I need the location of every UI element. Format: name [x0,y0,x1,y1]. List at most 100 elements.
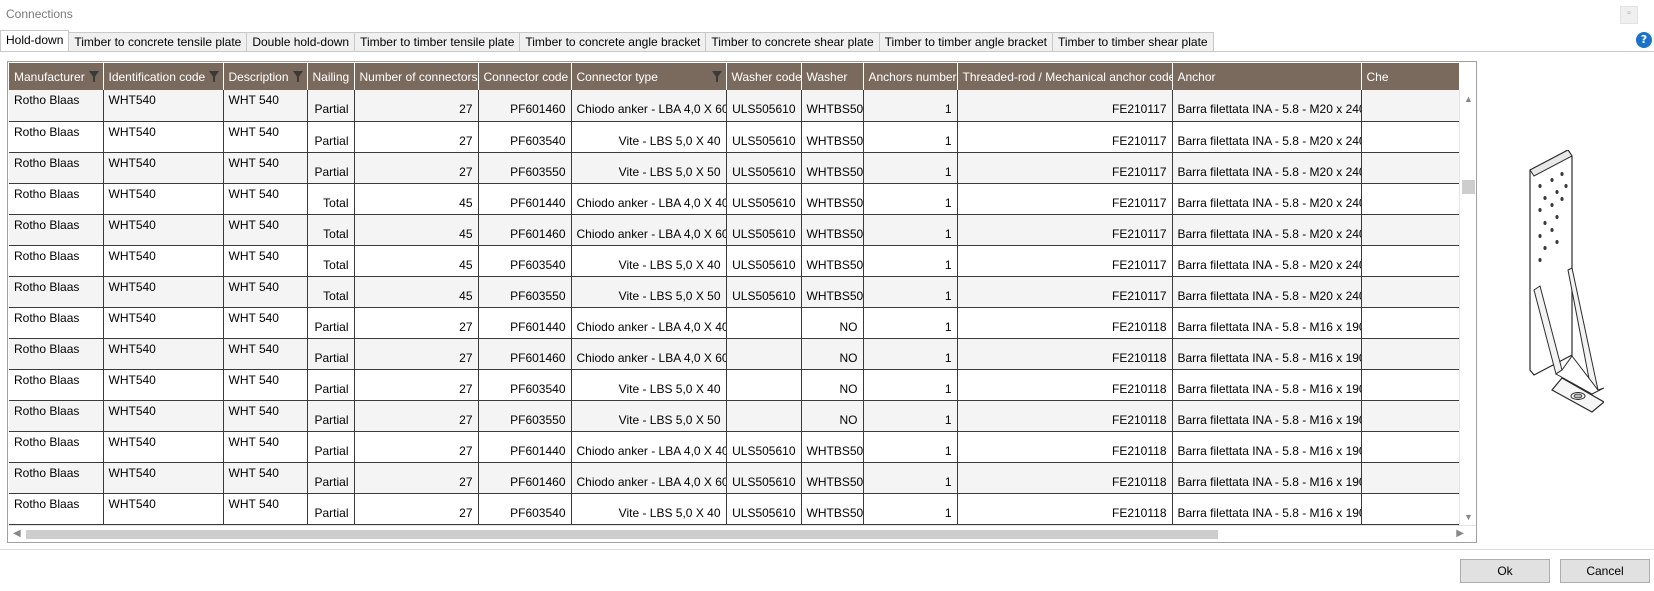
table-cell[interactable]: 1 [863,276,958,308]
table-cell[interactable]: PF601440 [478,183,572,215]
table-cell[interactable]: WHT540 [103,90,224,122]
scroll-right-icon[interactable]: ▶ [1456,528,1464,539]
table-cell[interactable]: Barra filettata INA - 5.8 - M20 x 240 [1172,90,1362,122]
table-cell[interactable]: WHT 540 [223,369,308,401]
table-cell[interactable]: WHT 540 [223,462,308,494]
table-cell[interactable] [726,369,802,401]
table-cell[interactable]: ULS505610 [726,152,802,184]
table-row[interactable]: Rotho Blaas WHT540 WHT 540 Partial 27 PF60146… [9,462,1459,494]
table-cell[interactable] [726,338,802,370]
table-cell[interactable]: Barra filettata INA - 5.8 - M20 x 240 [1172,245,1362,277]
table-row[interactable]: Rotho Blaas WHT540 WHT 540 Total 45 PF601460 C… [9,214,1459,246]
table-cell[interactable]: WHTBS50 [801,214,864,246]
table-cell[interactable]: WHT 540 [223,214,308,246]
table-row[interactable]: Rotho Blaas WHT540 WHT 540 Partial 27 PF60146… [9,338,1459,370]
table-cell[interactable]: Barra filettata INA - 5.8 - M20 x 240 [1172,121,1362,153]
table-cell[interactable]: 27 [354,152,479,184]
table-cell[interactable] [1361,183,1459,215]
table-cell[interactable]: Barra filettata INA - 5.8 - M16 x 190 [1172,462,1362,494]
table-cell[interactable]: PF601460 [478,214,572,246]
table-cell[interactable]: Total [307,276,355,308]
table-cell[interactable]: ULS505610 [726,214,802,246]
table-cell[interactable]: WHT 540 [223,431,308,463]
table-cell[interactable]: WHT 540 [223,152,308,184]
table-cell[interactable]: WHTBS50 [801,245,864,277]
table-cell[interactable]: Partial [307,369,355,401]
table-cell[interactable]: Barra filettata INA - 5.8 - M16 x 190 [1172,431,1362,463]
scroll-down-icon[interactable]: ▼ [1464,512,1473,522]
table-cell[interactable]: 1 [863,400,958,432]
table-cell[interactable]: PF603550 [478,276,572,308]
table-cell[interactable]: 1 [863,307,958,339]
column-header-identification-code[interactable]: Identification code [103,63,224,90]
table-cell[interactable]: 1 [863,431,958,463]
column-header-description[interactable]: Description [223,63,308,90]
table-cell[interactable]: FE210117 [957,183,1173,215]
table-cell[interactable]: Vite - LBS 5,0 X 40 [571,369,727,401]
table-cell[interactable] [1361,152,1459,184]
table-cell[interactable]: Partial [307,431,355,463]
table-cell[interactable] [1361,493,1459,525]
table-cell[interactable]: Rotho Blaas [9,369,104,401]
cancel-button[interactable]: Cancel [1560,559,1650,583]
table-row[interactable]: Rotho Blaas WHT540 WHT 540 Partial 27 PF60355… [9,152,1459,184]
table-cell[interactable]: Barra filettata INA - 5.8 - M20 x 240 [1172,214,1362,246]
table-cell[interactable]: 27 [354,338,479,370]
filter-icon[interactable] [88,71,99,82]
table-cell[interactable]: 1 [863,462,958,494]
table-cell[interactable]: ULS505610 [726,245,802,277]
table-cell[interactable] [1361,245,1459,277]
table-cell[interactable]: NO [801,307,864,339]
table-cell[interactable]: FE210118 [957,493,1173,525]
table-cell[interactable]: WHT540 [103,121,224,153]
table-cell[interactable]: WHT540 [103,276,224,308]
table-cell[interactable]: 45 [354,214,479,246]
table-cell[interactable]: Chiodo anker - LBA 4,0 X 60 [571,462,727,494]
table-cell[interactable]: WHTBS50 [801,493,864,525]
scroll-up-icon[interactable]: ▲ [1464,94,1473,104]
table-cell[interactable]: 1 [863,493,958,525]
table-cell[interactable]: ULS505610 [726,276,802,308]
table-cell[interactable]: Total [307,183,355,215]
table-cell[interactable]: Partial [307,338,355,370]
table-row[interactable]: Rotho Blaas WHT540 WHT 540 Partial 27 PF60354… [9,493,1459,525]
table-cell[interactable]: 1 [863,121,958,153]
table-cell[interactable]: FE210118 [957,338,1173,370]
tab-timber-to-concrete-angle-bracket[interactable]: Timber to concrete angle bracket [520,32,707,52]
table-cell[interactable]: PF603540 [478,121,572,153]
table-cell[interactable]: WHT540 [103,307,224,339]
tab-timber-to-concrete-tensile-plate[interactable]: Timber to concrete tensile plate [69,32,248,52]
table-cell[interactable]: WHT 540 [223,276,308,308]
table-row[interactable]: Rotho Blaas WHT540 WHT 540 Partial 27 PF60146… [9,90,1459,122]
table-cell[interactable]: Total [307,245,355,277]
table-cell[interactable]: Partial [307,307,355,339]
table-cell[interactable]: WHT540 [103,183,224,215]
table-cell[interactable]: Chiodo anker - LBA 4,0 X 40 [571,431,727,463]
column-header-anchors-number[interactable]: Anchors number [863,63,958,90]
table-cell[interactable]: Vite - LBS 5,0 X 40 [571,493,727,525]
table-cell[interactable]: 1 [863,338,958,370]
table-cell[interactable]: Barra filettata INA - 5.8 - M20 x 240 [1172,183,1362,215]
table-cell[interactable]: 27 [354,493,479,525]
table-cell[interactable]: 1 [863,90,958,122]
table-cell[interactable]: WHT540 [103,493,224,525]
table-cell[interactable]: WHTBS50 [801,462,864,494]
table-cell[interactable]: 45 [354,245,479,277]
table-cell[interactable] [1361,214,1459,246]
table-cell[interactable]: WHT 540 [223,245,308,277]
table-cell[interactable]: Rotho Blaas [9,462,104,494]
table-cell[interactable]: Vite - LBS 5,0 X 50 [571,400,727,432]
table-cell[interactable]: 1 [863,183,958,215]
table-cell[interactable]: Rotho Blaas [9,307,104,339]
table-cell[interactable]: WHT 540 [223,400,308,432]
table-cell[interactable]: PF603550 [478,152,572,184]
table-cell[interactable]: ULS505610 [726,183,802,215]
table-cell[interactable]: ULS505610 [726,431,802,463]
vertical-scrollbar[interactable]: ▲ ▼ [1459,90,1476,524]
table-row[interactable]: Rotho Blaas WHT540 WHT 540 Total 45 PF601440 C… [9,183,1459,215]
table-row[interactable]: Rotho Blaas WHT540 WHT 540 Partial 27 PF60355… [9,400,1459,432]
table-cell[interactable]: NO [801,338,864,370]
table-cell[interactable]: Rotho Blaas [9,400,104,432]
table-cell[interactable]: WHT540 [103,462,224,494]
table-cell[interactable]: WHT 540 [223,183,308,215]
